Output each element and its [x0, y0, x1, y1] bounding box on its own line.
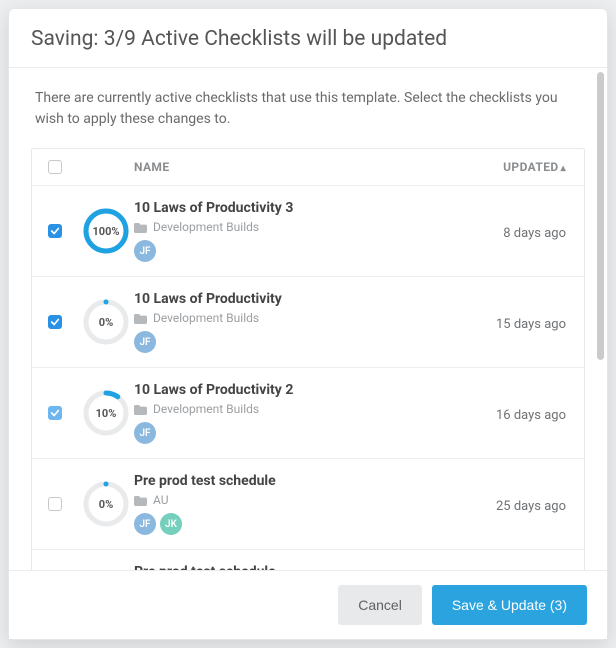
- avatars: JF: [134, 422, 464, 444]
- checklist-title[interactable]: Pre prod test schedule: [134, 473, 464, 489]
- dialog-header: Saving: 3/9 Active Checklists will be up…: [9, 9, 607, 68]
- cancel-button[interactable]: Cancel: [338, 585, 422, 625]
- updated-label: 16 days ago: [496, 408, 566, 423]
- table-row: 100% 10 Laws of Productivity 3 Development…: [32, 186, 584, 277]
- row-checkbox[interactable]: [48, 497, 62, 511]
- progress-label: 100%: [83, 208, 129, 254]
- checklist-table: NAME UPDATED▴ 100% 10 Laws of Productivit…: [31, 148, 585, 570]
- progress-ring: 0%: [83, 299, 129, 345]
- row-checkbox[interactable]: [48, 224, 62, 238]
- table-body: 100% 10 Laws of Productivity 3 Development…: [32, 186, 584, 570]
- checklist-folder[interactable]: Development Builds: [134, 311, 464, 325]
- column-header-name[interactable]: NAME: [134, 160, 464, 174]
- table-row: 0% Pre prod test schedule AU JFJK 25 days ag…: [32, 459, 584, 550]
- dialog-footer: Cancel Save & Update (3): [9, 570, 607, 639]
- row-checkbox[interactable]: [48, 406, 62, 420]
- avatar: JF: [134, 513, 156, 535]
- checklist-title[interactable]: Pre prod test schedule: [134, 564, 464, 570]
- progress-ring: 100%: [83, 208, 129, 254]
- checklist-title[interactable]: 10 Laws of Productivity: [134, 291, 464, 307]
- row-checkbox[interactable]: [48, 315, 62, 329]
- checklist-folder[interactable]: Development Builds: [134, 220, 464, 234]
- progress-label: 0%: [83, 481, 129, 527]
- avatar: JF: [134, 240, 156, 262]
- save-dialog: Saving: 3/9 Active Checklists will be up…: [8, 8, 608, 640]
- updated-label: 15 days ago: [496, 317, 566, 332]
- save-update-button[interactable]: Save & Update (3): [432, 585, 587, 625]
- table-header-row: NAME UPDATED▴: [32, 149, 584, 186]
- progress-label: 0%: [83, 299, 129, 345]
- progress-label: 10%: [83, 390, 129, 436]
- table-row: 0%Pre prod test scheduleAUJF26 days ago: [32, 550, 584, 570]
- dialog-instructions: There are currently active checklists th…: [9, 68, 607, 148]
- checklist-title[interactable]: 10 Laws of Productivity 2: [134, 382, 464, 398]
- checklist-folder[interactable]: AU: [134, 493, 464, 507]
- folder-icon: [134, 313, 147, 323]
- dialog-title: Saving: 3/9 Active Checklists will be up…: [31, 27, 585, 51]
- progress-ring: 0%: [83, 481, 129, 527]
- sort-asc-icon: ▴: [561, 163, 566, 174]
- scrollbar[interactable]: [597, 72, 604, 360]
- select-all-checkbox[interactable]: [48, 160, 62, 174]
- table-row: 10% 10 Laws of Productivity 2 Development …: [32, 368, 584, 459]
- checklist-title[interactable]: 10 Laws of Productivity 3: [134, 200, 464, 216]
- checklist-folder[interactable]: Development Builds: [134, 402, 464, 416]
- avatars: JFJK: [134, 513, 464, 535]
- folder-icon: [134, 222, 147, 232]
- dialog-body: There are currently active checklists th…: [9, 68, 607, 570]
- avatar: JK: [160, 513, 182, 535]
- progress-ring: 10%: [83, 390, 129, 436]
- avatars: JF: [134, 240, 464, 262]
- updated-label: 25 days ago: [496, 499, 566, 514]
- folder-icon: [134, 404, 147, 414]
- avatars: JF: [134, 331, 464, 353]
- column-header-updated[interactable]: UPDATED▴: [464, 160, 584, 174]
- table-row: 0% 10 Laws of Productivity Development Bui…: [32, 277, 584, 368]
- avatar: JF: [134, 422, 156, 444]
- avatar: JF: [134, 331, 156, 353]
- folder-icon: [134, 495, 147, 505]
- updated-label: 8 days ago: [503, 226, 566, 241]
